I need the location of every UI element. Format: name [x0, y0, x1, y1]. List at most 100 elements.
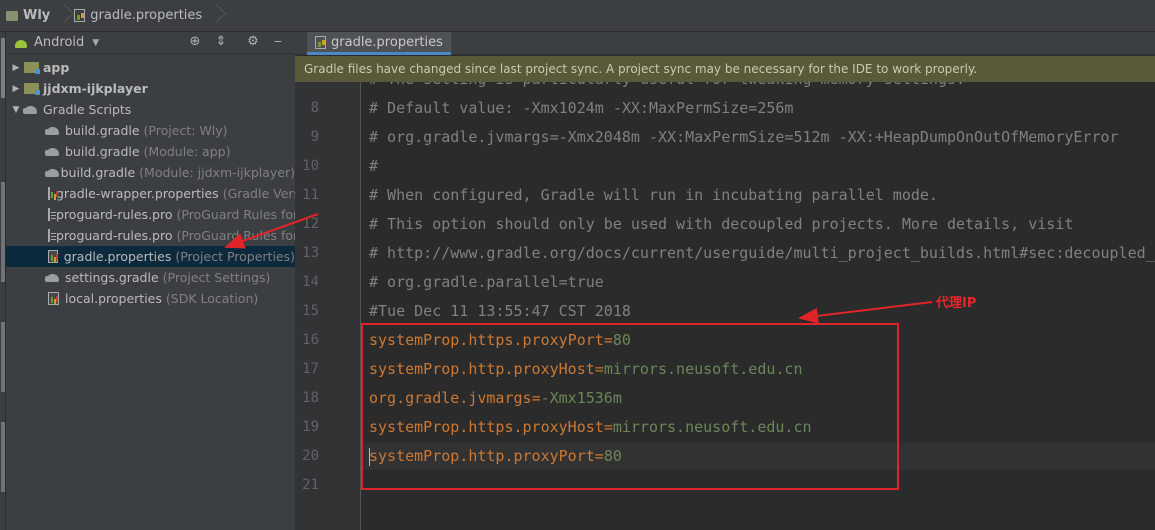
- sync-notification-banner: Gradle files have changed since last pro…: [295, 56, 1155, 82]
- code-line[interactable]: # Default value: -Xmx1024m -XX:MaxPermSi…: [369, 99, 793, 117]
- code-line[interactable]: # org.gradle.parallel=true: [369, 273, 604, 291]
- structure-tool-button[interactable]: [1, 182, 5, 282]
- breadcrumb-separator: [210, 0, 220, 31]
- tree-item-label: settings.gradle: [65, 270, 159, 285]
- tree-item-hint: (Gradle Vers: [222, 186, 301, 201]
- line-number: 13: [302, 245, 319, 261]
- text-file-icon: [48, 229, 56, 242]
- line-number: 11: [302, 187, 319, 203]
- breadcrumb-file[interactable]: gradle.properties: [68, 0, 210, 31]
- tree-item-hint: (ProGuard Rules for: [176, 207, 299, 222]
- tree-item-label: build.gradle: [60, 165, 136, 180]
- tree-item-hint: (Module: app): [143, 144, 231, 159]
- code-line[interactable]: # When configured, Gradle will run in in…: [369, 186, 938, 204]
- line-number: 16: [302, 332, 319, 348]
- view-mode-selector[interactable]: Android: [34, 35, 84, 50]
- tree-item-gradle-wrapper-properties[interactable]: gradle-wrapper.properties (Gradle Vers: [6, 183, 300, 204]
- code-comment: # org.gradle.jvmargs=-Xmx2048m -XX:MaxPe…: [369, 128, 1119, 146]
- tree-item-local-properties[interactable]: local.properties (SDK Location): [6, 288, 295, 309]
- favorites-tool-button[interactable]: [1, 422, 5, 492]
- annotation-label: 代理IP: [936, 296, 977, 311]
- tree-item-label: Gradle Scripts: [43, 102, 132, 117]
- tree-item-proguard-rules-1[interactable]: proguard-rules.pro (ProGuard Rules for: [6, 204, 298, 225]
- module-folder-icon: [24, 62, 40, 74]
- line-number: 20: [302, 448, 319, 464]
- code-comment: #: [369, 157, 379, 175]
- project-tool-button[interactable]: [1, 38, 5, 98]
- code-line[interactable]: #Tue Dec 11 13:55:47 CST 2018: [369, 302, 631, 320]
- breadcrumb-project-label: Wly: [23, 8, 51, 23]
- gradle-elephant-icon: [45, 125, 61, 136]
- breadcrumb-separator: [58, 0, 68, 31]
- properties-file-icon: [315, 35, 326, 49]
- code-comment: # Default value: -Xmx1024m -XX:MaxPermSi…: [369, 99, 794, 117]
- tree-item-label: build.gradle: [65, 144, 140, 159]
- tree-item-label: jjdxm-ijkplayer: [43, 81, 148, 96]
- line-number-gutter: 8 9 10 11 12 13 14 15 16 17 18 19 20 21: [295, 82, 361, 530]
- properties-file-icon: [48, 292, 59, 305]
- code-line[interactable]: # This option should only be used with d…: [369, 215, 1073, 233]
- gradle-elephant-icon: [45, 272, 61, 283]
- text-file-icon: [48, 208, 56, 221]
- tree-item-hint: (ProGuard Rules for: [176, 228, 299, 243]
- tree-item-gradle-scripts[interactable]: ▼ Gradle Scripts: [6, 99, 295, 120]
- code-line[interactable]: # The setting is particularly useful for…: [369, 82, 965, 88]
- tree-item-jjdxm-ijkplayer[interactable]: ▶ jjdxm-ijkplayer: [6, 78, 295, 99]
- properties-file-icon: [48, 187, 53, 200]
- tree-item-proguard-rules-2[interactable]: proguard-rules.pro (ProGuard Rules for: [6, 225, 298, 246]
- hide-icon[interactable]: ⎯: [270, 34, 286, 50]
- line-number: 21: [302, 477, 319, 493]
- tree-item-label: app: [43, 60, 70, 75]
- tree-item-build-gradle-app[interactable]: build.gradle (Module: app): [6, 141, 295, 162]
- tree-item-app[interactable]: ▶ app: [6, 57, 295, 78]
- tree-item-build-gradle-ijkplayer[interactable]: build.gradle (Module: jjdxm-ijkplayer): [6, 162, 295, 183]
- gradle-elephant-icon: [45, 167, 59, 178]
- line-number: 15: [302, 303, 319, 319]
- tree-item-build-gradle-project[interactable]: build.gradle (Project: Wly): [6, 120, 295, 141]
- gear-icon[interactable]: ⚙: [245, 34, 261, 50]
- tree-item-hint: (Project Settings): [162, 270, 271, 285]
- code-line[interactable]: #: [369, 157, 378, 175]
- collapse-arrow-icon[interactable]: ▼: [10, 105, 22, 115]
- tab-gradle-properties[interactable]: gradle.properties: [307, 32, 451, 55]
- tree-item-hint: (Project Properties): [175, 249, 295, 264]
- tree-item-settings-gradle[interactable]: settings.gradle (Project Settings): [6, 267, 295, 288]
- tree-item-label: build.gradle: [65, 123, 140, 138]
- line-number: 8: [310, 100, 319, 116]
- code-line[interactable]: # http://www.gradle.org/docs/current/use…: [369, 244, 1155, 262]
- code-comment: # The setting is particularly useful for…: [369, 82, 965, 88]
- annotation-highlight-box: [361, 323, 899, 490]
- folder-icon: [6, 10, 18, 21]
- android-icon: [14, 37, 28, 49]
- gradle-elephant-icon: [45, 146, 61, 157]
- chevron-down-icon[interactable]: ▼: [92, 38, 99, 48]
- target-icon[interactable]: ⊕: [187, 34, 203, 50]
- navigation-bar: Wly gradle.properties: [0, 0, 1155, 32]
- project-panel-header: Android ▼ ⊕ ⇕ ⚙ ⎯: [6, 32, 295, 54]
- code-line[interactable]: # org.gradle.jvmargs=-Xmx2048m -XX:MaxPe…: [369, 128, 1119, 146]
- captures-tool-button[interactable]: [1, 322, 5, 392]
- project-panel: Android ▼ ⊕ ⇕ ⚙ ⎯ ▶ app ▶ jjdxm-ijkplaye…: [6, 32, 300, 530]
- properties-file-icon: [74, 9, 86, 22]
- expand-arrow-icon[interactable]: ▶: [10, 63, 22, 73]
- code-comment: #Tue Dec 11 13:55:47 CST 2018: [369, 302, 631, 320]
- tree-item-gradle-properties[interactable]: gradle.properties (Project Properties): [6, 246, 295, 267]
- expand-arrow-icon[interactable]: ▶: [10, 84, 22, 94]
- breadcrumb-project[interactable]: Wly: [0, 0, 58, 31]
- tree-item-label: proguard-rules.pro: [56, 228, 173, 243]
- tree-item-label: gradle-wrapper.properties: [56, 186, 219, 201]
- notification-text: Gradle files have changed since last pro…: [304, 62, 978, 76]
- collapse-icon[interactable]: ⇕: [213, 34, 229, 50]
- tab-label: gradle.properties: [331, 34, 443, 50]
- tree-item-label: proguard-rules.pro: [56, 207, 173, 222]
- line-number: 10: [302, 158, 319, 174]
- editor-tab-bar: gradle.properties: [295, 32, 1155, 55]
- properties-file-icon: [48, 250, 58, 263]
- line-number: 12: [302, 216, 319, 232]
- code-comment: # http://www.gradle.org/docs/current/use…: [369, 244, 1155, 262]
- line-number: 18: [302, 390, 319, 406]
- tree-item-hint: (Project: Wly): [143, 123, 228, 138]
- tree-item-hint: (SDK Location): [165, 291, 259, 306]
- module-folder-icon: [24, 83, 40, 95]
- breadcrumb-file-label: gradle.properties: [90, 8, 203, 23]
